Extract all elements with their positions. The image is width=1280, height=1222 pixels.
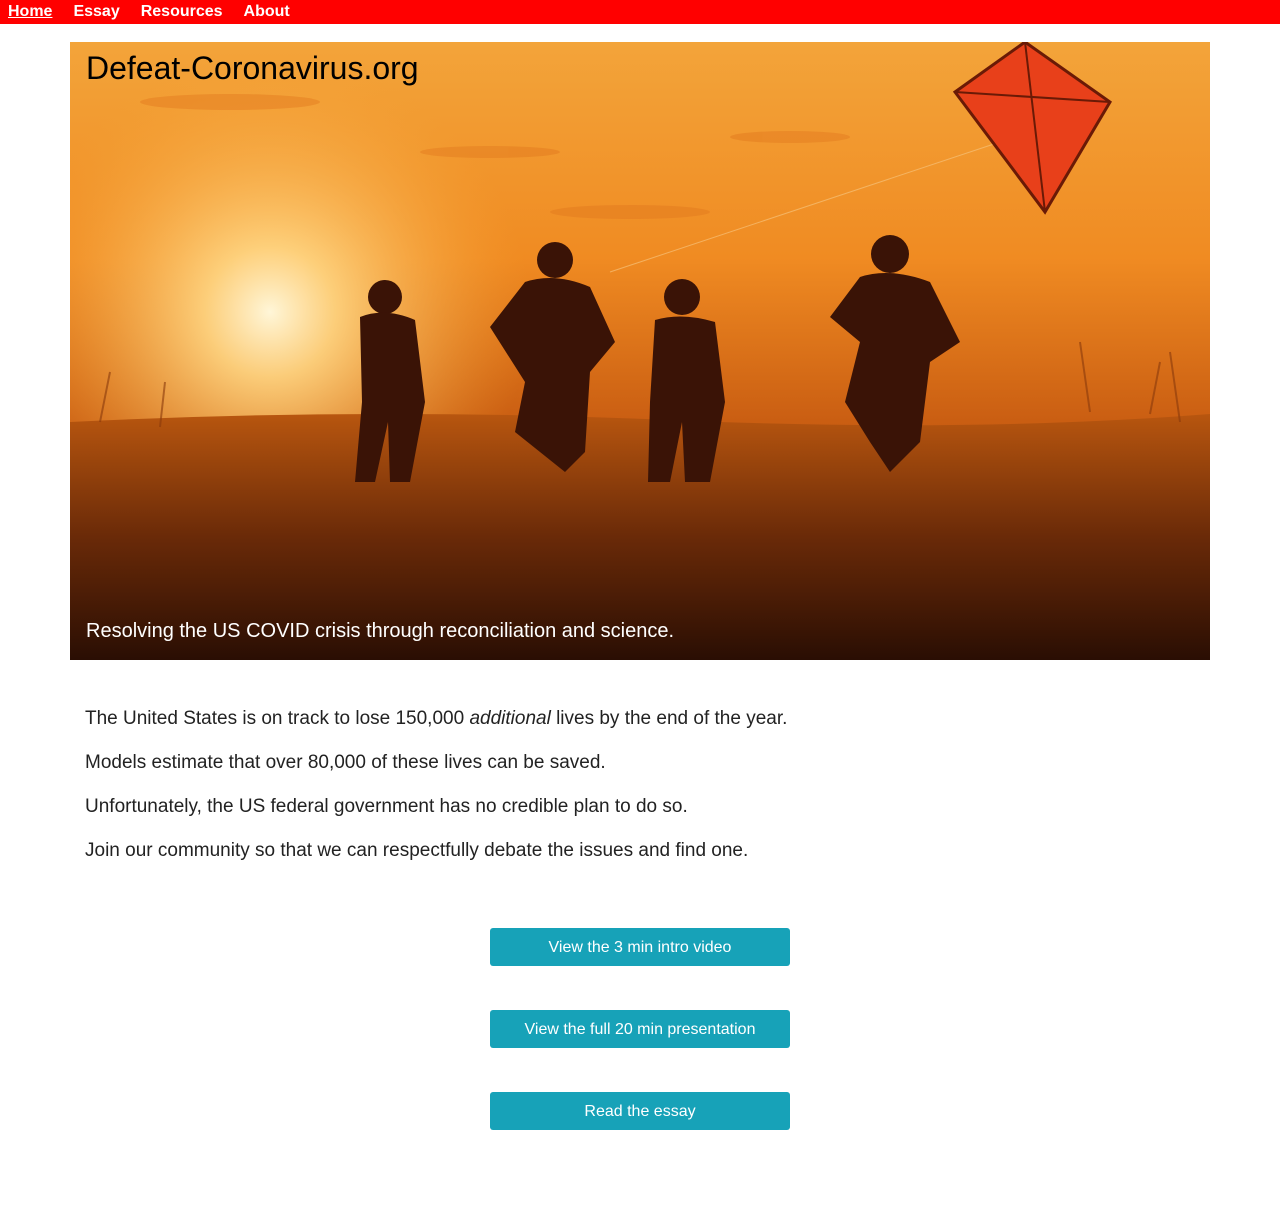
intro-paragraph-1: The United States is on track to lose 15… — [85, 708, 1185, 730]
intro-video-button[interactable]: View the 3 min intro video — [490, 928, 790, 966]
nav-resources-link[interactable]: Resources — [141, 0, 223, 24]
hero-image — [70, 42, 1210, 660]
read-essay-button[interactable]: Read the essay — [490, 1092, 790, 1130]
full-presentation-button[interactable]: View the full 20 min presentation — [490, 1010, 790, 1048]
nav-home-link[interactable]: Home — [8, 0, 52, 24]
intro-text: The United States is on track to lose 15… — [85, 708, 1185, 884]
top-navigation: Home Essay Resources About — [0, 0, 1280, 24]
intro-text-part: lives by the end of the year. — [550, 708, 788, 729]
intro-paragraph-3: Unfortunately, the US federal government… — [85, 796, 688, 817]
kite-icon — [952, 42, 1112, 215]
emphasis-additional: additional — [469, 708, 551, 729]
site-tagline: Resolving the US COVID crisis through re… — [86, 620, 675, 642]
site-title: Defeat-Coronavirus.org — [86, 50, 419, 86]
intro-paragraph-2: Models estimate that over 80,000 of thes… — [85, 752, 606, 773]
hero-banner: Defeat-Coronavirus.org Resolving the US … — [70, 42, 1210, 660]
nav-essay-link[interactable]: Essay — [73, 0, 119, 24]
intro-paragraph-4: Join our community so that we can respec… — [85, 840, 749, 861]
intro-text-part: The United States is on track to lose 15… — [85, 708, 470, 729]
nav-about-link[interactable]: About — [244, 0, 290, 24]
